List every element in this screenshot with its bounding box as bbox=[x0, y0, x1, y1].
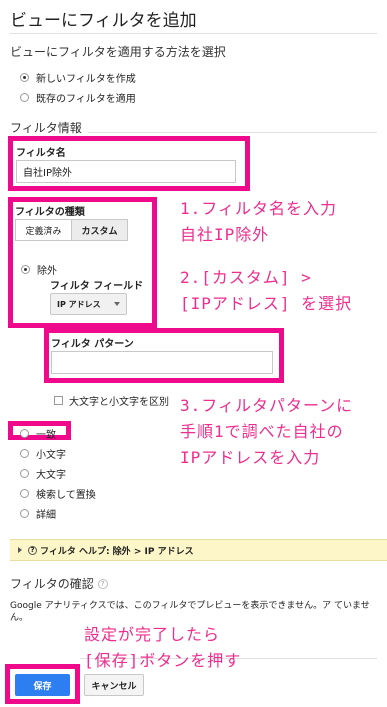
verify-heading-row: フィルタの確認 ? bbox=[10, 575, 108, 592]
radio-icon bbox=[20, 489, 29, 498]
method-heading: ビューにフィルタを適用する方法を選択 bbox=[10, 45, 226, 59]
title-divider bbox=[10, 33, 377, 34]
annotation-line: 2.[カスタム] > bbox=[180, 268, 312, 287]
dropdown-value: IP アドレス bbox=[57, 299, 101, 309]
annotation-line: 3.フィルタパターンに bbox=[180, 396, 354, 415]
verify-heading: フィルタの確認 bbox=[10, 577, 94, 591]
radio-exclude[interactable]: 除外 bbox=[21, 262, 57, 277]
checkbox-label: 大文字と小文字を区別 bbox=[69, 397, 169, 408]
tab-custom[interactable]: カスタム bbox=[71, 219, 128, 241]
filter-name-label: フィルタ名 bbox=[16, 148, 66, 159]
radio-existing-filter[interactable]: 既存のフィルタを適用 bbox=[20, 90, 136, 105]
help-text: フィルタ ヘルプ: 除外 > IP アドレス bbox=[40, 546, 194, 557]
help-icon[interactable]: ? bbox=[97, 578, 108, 589]
annotation-line: 自社IP除外 bbox=[180, 225, 270, 244]
radio-label: 詳細 bbox=[36, 510, 56, 521]
radio-label: 検索して置換 bbox=[36, 490, 96, 501]
radio-icon bbox=[20, 509, 29, 518]
help-icon: ? bbox=[28, 545, 37, 555]
filter-type-label: フィルタの種類 bbox=[15, 207, 85, 218]
filter-pattern-label: フィルタ パターン bbox=[51, 339, 134, 350]
filter-help-bar[interactable]: ? フィルタ ヘルプ: 除外 > IP アドレス bbox=[10, 539, 387, 561]
radio-match-exact[interactable]: 一致 bbox=[20, 426, 56, 441]
radio-label: 既存のフィルタを適用 bbox=[36, 94, 136, 105]
radio-match-lowercase[interactable]: 小文字 bbox=[20, 446, 66, 461]
radio-icon bbox=[20, 93, 29, 102]
annotation-line: [IPアドレス] を選択 bbox=[180, 294, 353, 313]
cancel-button[interactable]: キャンセル bbox=[84, 674, 144, 696]
annotation-line: 手順1で調べた自社の bbox=[180, 422, 344, 441]
filter-field-dropdown[interactable]: IP アドレス bbox=[50, 293, 127, 315]
filter-info-divider bbox=[88, 132, 377, 133]
radio-match-replace[interactable]: 検索して置換 bbox=[20, 486, 96, 501]
annotation-step3: 3.フィルタパターンに 手順1で調べた自社の IPアドレスを入力 bbox=[180, 393, 353, 471]
filter-name-input[interactable]: 自社IP除外 bbox=[16, 160, 236, 183]
case-sensitive-checkbox[interactable]: 大文字と小文字を区別 bbox=[54, 393, 169, 408]
radio-label: 一致 bbox=[36, 430, 56, 441]
radio-label: 除外 bbox=[37, 266, 57, 277]
annotation-line: 1.フィルタ名を入力 bbox=[180, 199, 337, 218]
radio-label: 新しいフィルタを作成 bbox=[36, 74, 136, 85]
verify-message: Google アナリティクスでは、このフィルタでプレビューを表示できません。ア … bbox=[10, 601, 370, 623]
annotation-step4: 設定が完了したら [保存]ボタンを押す bbox=[84, 622, 241, 674]
filter-field-label: フィルタ フィールド bbox=[50, 281, 144, 292]
annotation-step1: 1.フィルタ名を入力 自社IP除外 bbox=[180, 196, 337, 248]
radio-match-advanced[interactable]: 詳細 bbox=[20, 506, 56, 521]
chevron-right-icon bbox=[18, 547, 22, 553]
radio-match-uppercase[interactable]: 大文字 bbox=[20, 466, 66, 481]
radio-icon bbox=[20, 429, 29, 438]
filter-info-heading: フィルタ情報 bbox=[10, 121, 82, 135]
annotation-line: IPアドレスを入力 bbox=[180, 448, 321, 467]
radio-selected-icon bbox=[20, 73, 29, 82]
checkbox-icon bbox=[54, 396, 63, 405]
annotation-line: 設定が完了したら bbox=[84, 625, 221, 644]
radio-new-filter[interactable]: 新しいフィルタを作成 bbox=[20, 70, 136, 85]
annotation-step2: 2.[カスタム] > [IPアドレス] を選択 bbox=[180, 265, 352, 317]
page-title: ビューにフィルタを追加 bbox=[10, 11, 197, 31]
radio-icon bbox=[20, 469, 29, 478]
filter-pattern-input[interactable] bbox=[51, 351, 273, 374]
radio-label: 大文字 bbox=[36, 470, 66, 481]
radio-icon bbox=[20, 449, 29, 458]
chevron-down-icon bbox=[114, 302, 120, 306]
tab-predefined[interactable]: 定義済み bbox=[15, 219, 72, 241]
annotation-line: [保存]ボタンを押す bbox=[84, 651, 242, 670]
radio-label: 小文字 bbox=[36, 450, 66, 461]
radio-selected-icon bbox=[21, 265, 30, 274]
save-button[interactable]: 保存 bbox=[15, 674, 70, 696]
